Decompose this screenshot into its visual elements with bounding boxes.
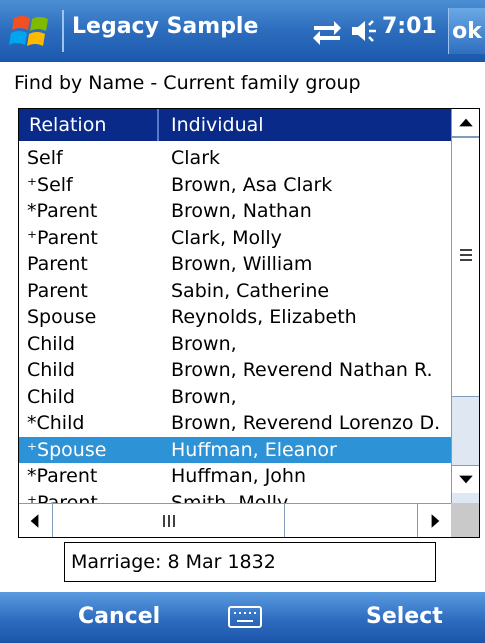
list-row[interactable]: Parent Brown, William [19,251,451,278]
scroll-left-arrow-icon[interactable] [19,504,53,538]
relation-cell: Child [27,359,75,381]
individual-cell: Brown, Reverend Lorenzo D. [171,412,441,434]
event-info-box: Marriage: 8 Mar 1832 [64,542,436,582]
list-row[interactable]: Self Clark [19,145,451,172]
individual-cell: Brown, Nathan [171,200,312,222]
relation-cell: ⁺Spouse [27,438,107,461]
individual-cell: Brown, [171,385,237,408]
relation-cell: Spouse [27,306,97,328]
individual-cell: Brown, William [171,253,313,275]
family-list-view[interactable]: Relation Individual Self Clark ⁺Self Brown,… [18,108,480,538]
scroll-down-arrow-icon[interactable] [452,465,480,493]
title-divider [62,10,64,52]
windows-start-icon[interactable] [8,10,58,52]
relation-cell: *Child [27,412,85,434]
list-row[interactable]: *Child Brown, Reverend Lorenzo D. [19,410,451,437]
column-header-individual[interactable]: Individual [159,109,451,141]
relation-cell: ⁺Parent [27,491,98,504]
individual-cell: Brown, Reverend Nathan R. [171,359,433,381]
list-row[interactable]: *Parent Huffman, John [19,463,451,490]
individual-cell: Huffman, Eleanor [171,438,337,461]
ok-button[interactable]: ok [448,8,485,54]
relation-cell: ⁺Parent [27,226,98,249]
cancel-softkey[interactable]: Cancel [78,604,160,629]
individual-cell: Reynolds, Elizabeth [171,306,357,328]
grip-icon [163,515,175,527]
individual-cell: Smith, Molly [171,491,289,504]
individual-cell: Huffman, John [171,465,307,487]
relation-cell: Child [27,385,75,408]
vertical-scroll-thumb[interactable] [452,137,479,397]
relation-cell: Parent [27,279,88,302]
volume-icon[interactable] [348,16,380,46]
list-row[interactable]: ⁺Parent Clark, Molly [19,225,451,252]
individual-cell: Clark [171,147,221,169]
clock-time[interactable]: 7:01 [382,14,437,39]
relation-cell: Child [27,332,75,355]
horizontal-scroll-thumb[interactable] [53,504,285,537]
relation-cell: Parent [27,253,88,275]
list-row[interactable]: ⁺Self Brown, Asa Clark [19,172,451,199]
list-row[interactable]: ⁺Spouse Huffman, Eleanor [19,436,451,463]
scrollbar-corner [451,503,479,537]
keyboard-icon[interactable] [228,606,262,628]
title-bar: Legacy Sample 7:01 ok [0,0,485,62]
list-row[interactable]: Child Brown, [19,331,451,358]
softkey-bar: Cancel Select [0,592,485,643]
scroll-up-arrow-icon[interactable] [452,109,480,137]
horizontal-scrollbar[interactable] [19,503,451,537]
list-row[interactable]: Child Brown, [19,384,451,411]
list-row[interactable]: Spouse Reynolds, Elizabeth [19,304,451,331]
relation-cell: *Parent [27,200,98,222]
relation-cell: Self [27,147,63,169]
select-softkey[interactable]: Select [366,604,443,629]
list-row[interactable]: Child Brown, Reverend Nathan R. [19,357,451,384]
individual-cell: Brown, [171,332,237,355]
individual-cell: Brown, Asa Clark [171,173,333,196]
list-row[interactable]: ⁺Parent Smith, Molly [19,490,451,504]
list-row[interactable]: Parent Sabin, Catherine [19,278,451,305]
vertical-scrollbar[interactable] [451,109,479,503]
grip-icon [460,249,472,261]
column-header-relation[interactable]: Relation [19,109,159,141]
scroll-right-arrow-icon[interactable] [417,504,451,538]
list-header: Relation Individual [19,109,451,141]
relation-cell: ⁺Self [27,173,73,196]
relation-cell: *Parent [27,465,98,487]
list-rows: Self Clark ⁺Self Brown, Asa Clark *Parent Bro… [19,145,451,503]
individual-cell: Sabin, Catherine [171,279,330,302]
connectivity-icon[interactable] [310,16,344,46]
list-row[interactable]: *Parent Brown, Nathan [19,198,451,225]
find-by-name-label: Find by Name - Current family group [14,72,361,94]
app-title: Legacy Sample [72,14,259,39]
individual-cell: Clark, Molly [171,226,282,249]
